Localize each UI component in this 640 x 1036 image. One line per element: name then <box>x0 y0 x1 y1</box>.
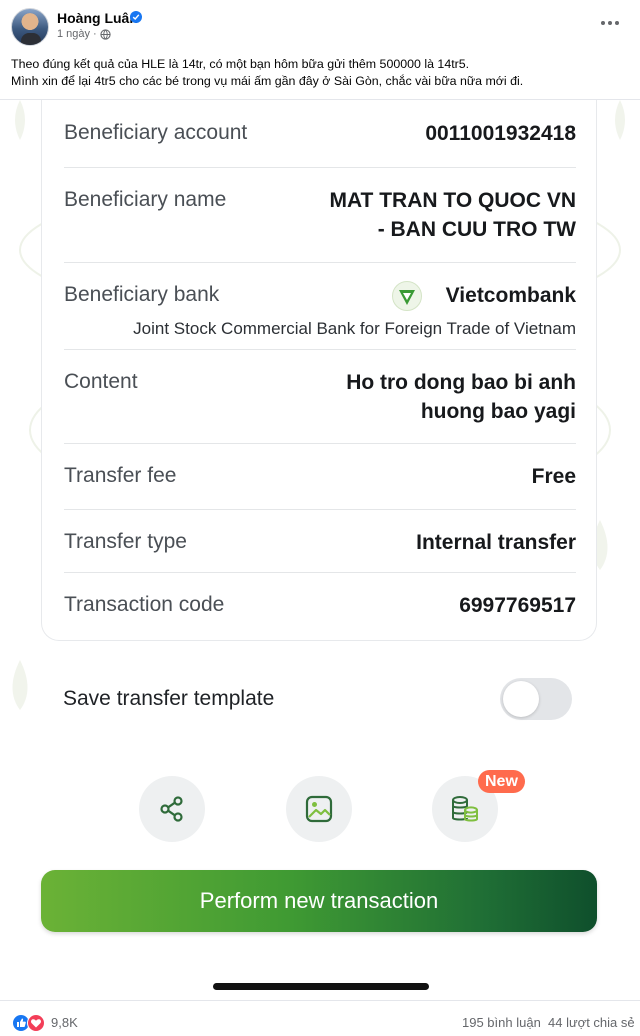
row-transaction-code: Transaction code 6997769517 <box>64 573 576 637</box>
label-transfer-type: Transfer type <box>64 530 187 553</box>
perform-new-transaction-button[interactable]: Perform new transaction <box>41 870 597 932</box>
shares-count[interactable]: 44 lượt chia sẻ <box>548 1015 635 1030</box>
toggle-knob <box>503 681 539 717</box>
label-beneficiary-bank: Beneficiary bank <box>64 283 220 306</box>
post-text-line: Theo đúng kết quả của HLE là 14tr, có mộ… <box>11 57 470 71</box>
new-badge: New <box>478 770 525 793</box>
row-content: Content Ho tro dong bao bi anh huong bao… <box>64 350 576 444</box>
value-content-line1: Ho tro dong bao bi anh <box>346 371 576 394</box>
post-footer: 9,8K 195 bình luận 44 lượt chia sẻ <box>0 1000 640 1036</box>
label-transaction-code: Transaction code <box>64 593 225 616</box>
home-indicator <box>213 983 429 990</box>
label-transfer-fee: Transfer fee <box>64 464 177 487</box>
value-beneficiary-name-line2: - BAN CUU TRO TW <box>377 218 576 241</box>
vietcombank-logo-icon <box>392 281 422 311</box>
row-transfer-fee: Transfer fee Free <box>64 444 576 510</box>
label-beneficiary-name: Beneficiary name <box>64 188 227 211</box>
value-content-line2: huong bao yagi <box>420 400 576 423</box>
value-beneficiary-bank: Vietcombank <box>445 284 576 307</box>
heart-icon <box>27 1014 45 1032</box>
coins-icon <box>452 796 478 822</box>
dot-icon <box>601 21 605 25</box>
author-avatar[interactable] <box>11 8 49 46</box>
author-name[interactable]: Hoàng Luân <box>57 10 138 26</box>
value-bank-full-name: Joint Stock Commercial Bank for Foreign … <box>133 319 576 338</box>
value-transfer-type: Internal transfer <box>416 531 576 554</box>
transfer-details-card: Beneficiary account 0011001932418 Benefi… <box>41 100 597 641</box>
share-button[interactable] <box>139 776 205 842</box>
verified-badge-icon <box>130 11 142 23</box>
reaction-icons[interactable] <box>12 1014 48 1032</box>
label-beneficiary-account: Beneficiary account <box>64 121 248 144</box>
post-meta: 1 ngày · <box>57 28 111 40</box>
value-transaction-code: 6997769517 <box>459 594 576 617</box>
row-beneficiary-name: Beneficiary name MAT TRAN TO QUOC VN - B… <box>64 168 576 263</box>
value-beneficiary-account: 0011001932418 <box>425 122 576 145</box>
meta-separator: · <box>93 28 97 40</box>
reaction-count[interactable]: 9,8K <box>51 1015 78 1030</box>
value-transfer-fee: Free <box>531 465 576 488</box>
save-template-toggle[interactable] <box>500 678 572 720</box>
post-text-line: Mình xin để lại 4tr5 cho các bé trong vụ… <box>11 74 524 88</box>
label-content: Content <box>64 370 138 393</box>
post-time[interactable]: 1 ngày <box>57 28 90 40</box>
row-transfer-type: Transfer type Internal transfer <box>64 510 576 573</box>
dot-icon <box>608 21 612 25</box>
post-header: Hoàng Luân 1 ngày · Theo đúng kết quả củ… <box>0 0 640 100</box>
transfer-receipt-screenshot: Beneficiary account 0011001932418 Benefi… <box>0 100 640 1000</box>
share-icon <box>160 796 183 822</box>
more-options-button[interactable] <box>598 16 622 30</box>
save-image-button[interactable] <box>286 776 352 842</box>
dot-icon <box>615 21 619 25</box>
globe-icon <box>100 28 111 40</box>
value-beneficiary-name-line1: MAT TRAN TO QUOC VN <box>329 189 576 212</box>
image-icon <box>305 795 333 823</box>
save-template-label: Save transfer template <box>63 687 275 710</box>
post-text: Theo đúng kết quả của HLE là 14tr, có mộ… <box>11 56 631 90</box>
row-beneficiary-account: Beneficiary account 0011001932418 <box>64 100 576 168</box>
row-beneficiary-bank: Beneficiary bank Vietcombank Joint Stock… <box>64 263 576 350</box>
comments-count[interactable]: 195 bình luận <box>462 1015 541 1030</box>
